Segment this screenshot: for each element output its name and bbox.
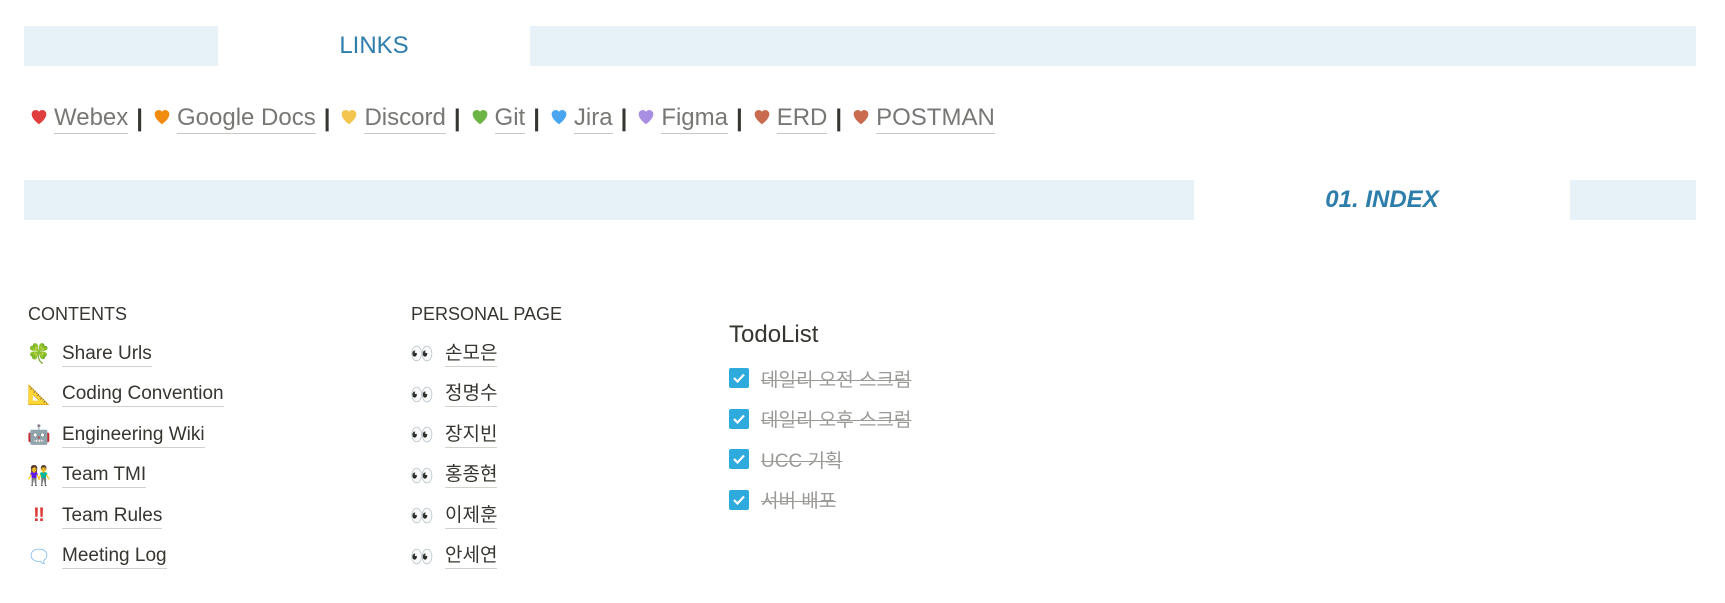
personal-item[interactable]: 👀 이제훈 [410, 496, 562, 537]
personal-page-column: PERSONAL PAGE 👀 손모은 👀 정명수 👀 장지빈 👀 홍종현 👀 … [410, 302, 563, 578]
index-header-banner: 01. INDEX [24, 180, 1696, 220]
todo-checkbox[interactable] [729, 408, 749, 429]
triangular-ruler-icon: 📐 [27, 384, 51, 406]
personal-item[interactable]: 👀 손모은 [410, 334, 562, 375]
link-separator: | [736, 105, 743, 132]
contents-item-label: Team TMI [62, 463, 147, 489]
todo-item: 서버 배포 [729, 480, 911, 521]
personal-item-label: 정명수 [445, 382, 498, 408]
personal-item[interactable]: 👀 장지빈 [410, 415, 562, 456]
contents-column: CONTENTS 🍀 Share Urls 📐 Coding Conventio… [26, 302, 224, 578]
eyes-icon: 👀 [410, 425, 434, 447]
link-separator: | [323, 105, 331, 132]
personal-item[interactable]: 👀 홍종현 [410, 456, 562, 497]
link-git[interactable]: Git [494, 104, 526, 134]
todo-list: TodoList 데일리 오전 스크럼 데일리 오후 스크럼 UCC 기획 서버… [729, 320, 911, 520]
todo-checkbox[interactable] [729, 368, 749, 389]
eyes-icon: 👀 [410, 465, 434, 487]
contents-item-team-rules[interactable]: ‼ Team Rules [28, 496, 224, 537]
link-figma[interactable]: Figma [661, 104, 728, 134]
checkmark-icon [733, 455, 745, 465]
personal-item[interactable]: 👀 정명수 [410, 375, 562, 416]
contents-title: CONTENTS [28, 304, 127, 324]
contents-item-label: Engineering Wiki [62, 423, 205, 448]
links-header-banner: LINKS [24, 26, 1696, 66]
link-erd[interactable]: ERD [776, 104, 828, 134]
personal-item-label: 이제훈 [445, 504, 498, 529]
people-icon: 👫 [27, 465, 51, 487]
link-separator: | [533, 105, 540, 132]
checkmark-icon [733, 495, 745, 505]
link-separator: | [453, 105, 461, 132]
link-postman[interactable]: POSTMAN [876, 104, 995, 134]
figma-heart-icon [635, 105, 661, 134]
google-docs-heart-icon [151, 105, 177, 134]
links-header: LINKS [218, 26, 530, 66]
todo-checkbox[interactable] [729, 449, 749, 470]
personal-item-label: 홍종현 [445, 463, 498, 489]
todo-item-label: 데일리 오후 스크럼 [761, 410, 912, 432]
contents-item-engineering-wiki[interactable]: 🤖 Engineering Wiki [27, 415, 224, 456]
contents-item-share-urls[interactable]: 🍀 Share Urls [27, 334, 224, 375]
double-exclamation-icon: ‼ [33, 505, 45, 527]
eyes-icon: 👀 [410, 344, 434, 366]
eyes-icon: 👀 [410, 506, 434, 528]
link-separator: | [136, 105, 143, 132]
postman-heart-icon [850, 105, 876, 134]
contents-item-meeting-log[interactable]: 🗨 Meeting Log [26, 537, 224, 578]
todo-item-label: 데일리 오전 스크럼 [761, 369, 912, 391]
links-row: Webex | Google Docs | Discord | Git | Ji… [28, 104, 995, 134]
eyes-icon: 👀 [410, 384, 434, 406]
link-google-docs[interactable]: Google Docs [176, 104, 316, 134]
contents-item-label: Coding Convention [62, 382, 224, 408]
contents-item-label: Meeting Log [62, 544, 167, 570]
contents-item-label: Share Urls [62, 342, 152, 367]
eyes-icon: 👀 [410, 546, 434, 568]
jira-heart-icon [548, 105, 574, 134]
personal-item[interactable]: 👀 안세연 [410, 537, 562, 578]
link-webex[interactable]: Webex [54, 104, 129, 134]
contents-item-team-tmi[interactable]: 👫 Team TMI [27, 456, 224, 497]
todo-item: UCC 기획 [729, 439, 911, 480]
link-separator: | [620, 105, 628, 132]
todo-checkbox[interactable] [729, 489, 749, 510]
todo-title: TodoList [729, 321, 819, 348]
personal-item-label: 손모은 [445, 342, 498, 367]
webex-heart-icon [28, 105, 54, 134]
link-separator: | [835, 105, 843, 132]
personal-page-title: PERSONAL PAGE [411, 304, 563, 324]
contents-item-label: Team Rules [62, 504, 163, 529]
checkmark-icon [733, 374, 745, 384]
git-heart-icon [469, 105, 495, 134]
personal-item-label: 장지빈 [445, 423, 498, 448]
discord-heart-icon [338, 105, 364, 134]
contents-item-coding-convention[interactable]: 📐 Coding Convention [27, 375, 224, 416]
link-discord[interactable]: Discord [364, 104, 446, 134]
todo-item-label: 서버 배포 [761, 491, 837, 513]
erd-heart-icon [751, 105, 777, 134]
checkmark-icon [733, 414, 745, 424]
speech-bubble-icon: 🗨 [26, 546, 52, 568]
todo-item: 데일리 오후 스크럼 [729, 399, 911, 440]
personal-item-label: 안세연 [445, 544, 498, 570]
link-jira[interactable]: Jira [573, 104, 613, 134]
todo-item: 데일리 오전 스크럼 [729, 358, 911, 399]
todo-item-label: UCC 기획 [761, 450, 843, 472]
four-leaf-clover-icon: 🍀 [27, 344, 51, 366]
index-header: 01. INDEX [1194, 180, 1570, 220]
robot-icon: 🤖 [27, 425, 51, 447]
